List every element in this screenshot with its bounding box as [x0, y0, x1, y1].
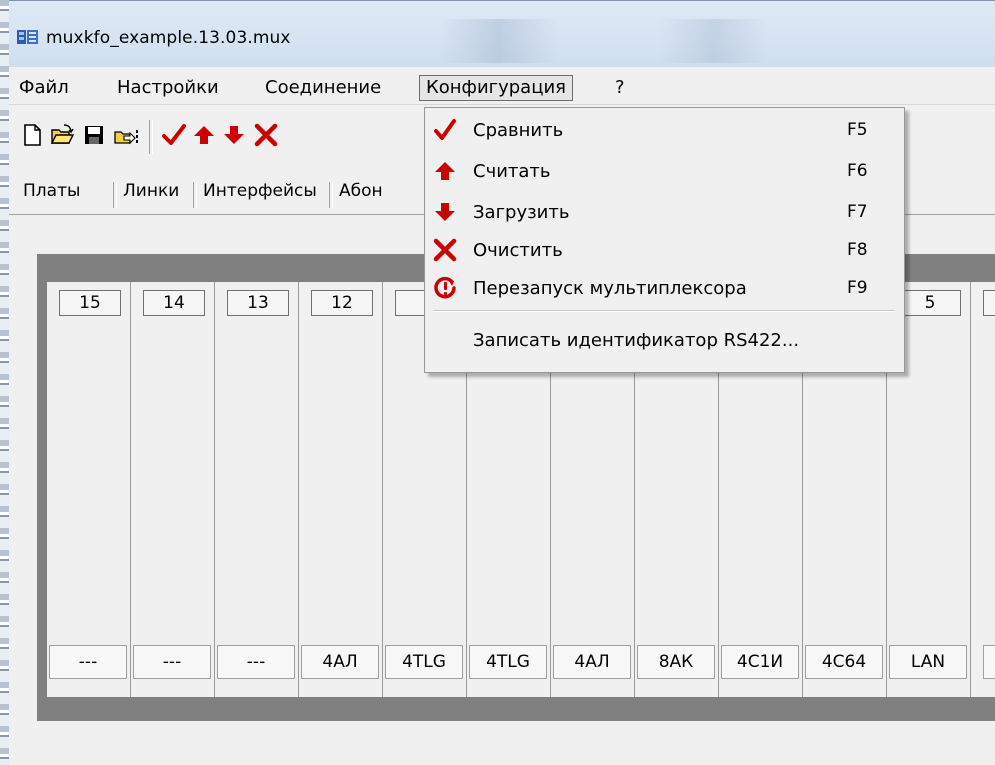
slot-number: [983, 290, 995, 316]
menu-bar: Файл Настройки Соединение Конфигурация ?: [9, 72, 995, 105]
new-file-icon[interactable]: [19, 122, 45, 148]
open-folder-icon[interactable]: [49, 122, 75, 148]
tab-boards[interactable]: Платы: [19, 174, 85, 208]
cross-icon: [433, 238, 457, 262]
menu-item-shortcut: F7: [847, 202, 868, 222]
toolbar-separator: [149, 120, 153, 154]
app-window: muxkfo_example.13.03.mux Файл Настройки …: [9, 0, 995, 765]
menu-item-upload[interactable]: Загрузить F7: [425, 194, 904, 231]
title-bar[interactable]: muxkfo_example.13.03.mux: [9, 0, 995, 67]
check-icon[interactable]: [161, 122, 187, 148]
menu-item-compare[interactable]: Сравнить F5: [425, 112, 904, 149]
slot[interactable]: 14 ---: [131, 282, 215, 697]
menu-item-label: Перезапуск мультиплексора: [473, 278, 747, 299]
menu-item-read[interactable]: Считать F6: [425, 153, 904, 190]
slot[interactable]: 13 ---: [215, 282, 299, 697]
arrow-up-icon: [435, 162, 455, 180]
configuration-dropdown: Сравнить F5 Считать F6 Загрузить F7 Очис…: [424, 107, 905, 373]
slot-number: 13: [227, 290, 289, 316]
slot-board-type[interactable]: 4С64: [805, 645, 883, 679]
slot-number: 15: [59, 290, 121, 316]
menu-item-write-rs422-id[interactable]: Записать идентификатор RS422...: [425, 322, 904, 359]
arrow-down-icon[interactable]: [221, 122, 247, 148]
menu-settings[interactable]: Настройки: [111, 75, 225, 101]
slot-board-type[interactable]: LAN: [889, 645, 967, 679]
title-bar-glare: [659, 19, 769, 63]
slot-board-type[interactable]: 8АК: [637, 645, 715, 679]
slot[interactable]: (: [971, 282, 995, 697]
menu-item-clear[interactable]: Очистить F8: [425, 232, 904, 269]
slot[interactable]: 12 4АЛ: [299, 282, 383, 697]
menu-item-label: Сравнить: [473, 120, 564, 141]
slot-board-type[interactable]: 4С1И: [721, 645, 799, 679]
menu-separator: [433, 310, 895, 312]
menu-item-shortcut: F8: [847, 240, 868, 260]
app-icon: [17, 30, 38, 44]
tab-separator: [113, 182, 117, 208]
slot-board-type[interactable]: (: [983, 645, 995, 679]
slot-board-type[interactable]: ---: [217, 645, 295, 679]
slot[interactable]: 15 ---: [47, 282, 131, 697]
tab-separator: [193, 182, 197, 208]
slot-number: 5: [899, 290, 961, 316]
slot-board-type[interactable]: ---: [133, 645, 211, 679]
menu-item-label: Записать идентификатор RS422...: [473, 330, 800, 351]
menu-item-label: Загрузить: [473, 202, 570, 223]
menu-connection[interactable]: Соединение: [259, 75, 387, 101]
tab-separator: [329, 182, 333, 208]
save-disk-icon[interactable]: [81, 122, 107, 148]
menu-help[interactable]: ?: [609, 75, 631, 101]
slot-number: 14: [143, 290, 205, 316]
menu-item-label: Считать: [473, 161, 551, 182]
tab-subscribers[interactable]: Абон: [335, 174, 387, 208]
menu-configuration[interactable]: Конфигурация: [419, 75, 573, 101]
restart-icon: [434, 276, 456, 299]
arrow-down-icon: [435, 203, 455, 221]
slot-number: 12: [311, 290, 373, 316]
open-export-icon[interactable]: [113, 122, 139, 148]
menu-file[interactable]: Файл: [13, 75, 75, 101]
window-title: muxkfo_example.13.03.mux: [46, 28, 291, 48]
slot-board-type[interactable]: 4TLG: [469, 645, 547, 679]
slot-board-type[interactable]: 4АЛ: [301, 645, 379, 679]
slot-board-type[interactable]: ---: [49, 645, 127, 679]
desktop-edge: [0, 0, 9, 765]
cross-icon[interactable]: [253, 122, 279, 148]
menu-item-shortcut: F9: [847, 278, 868, 298]
menu-item-shortcut: F6: [847, 161, 868, 181]
check-icon: [434, 119, 456, 140]
menu-item-shortcut: F5: [847, 120, 868, 140]
menu-item-label: Очистить: [473, 240, 563, 261]
arrow-up-icon[interactable]: [191, 122, 217, 148]
title-bar-glare: [439, 19, 559, 63]
tab-links[interactable]: Линки: [119, 174, 183, 208]
menu-item-restart-multiplexer[interactable]: Перезапуск мультиплексора F9: [425, 270, 904, 307]
slot-board-type[interactable]: 4АЛ: [553, 645, 631, 679]
tab-interfaces[interactable]: Интерфейсы: [199, 174, 321, 208]
slot-board-type[interactable]: 4TLG: [385, 645, 463, 679]
